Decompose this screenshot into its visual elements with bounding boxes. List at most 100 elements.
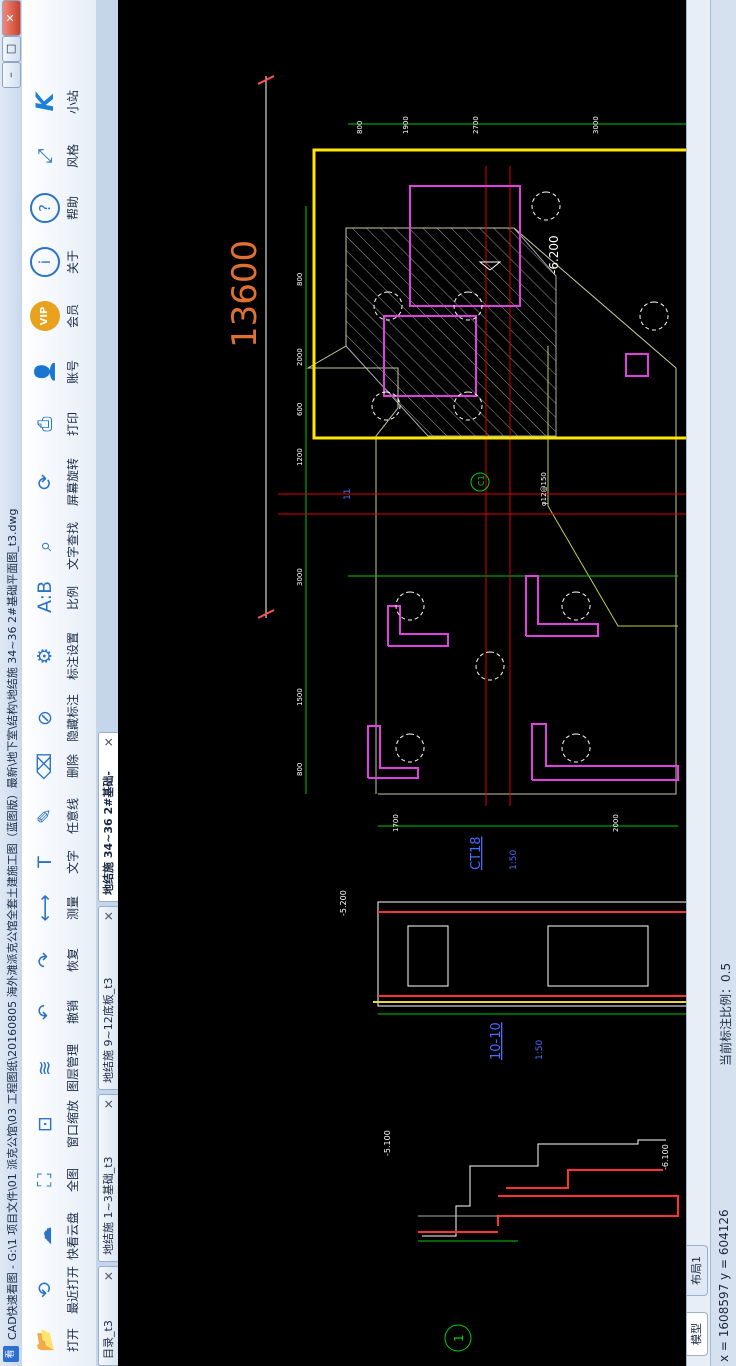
elevation-mark: -6.100	[661, 1144, 670, 1170]
help-button[interactable]: ? 帮助	[26, 184, 92, 232]
tab-layout1[interactable]: 布局1	[687, 1245, 708, 1296]
toolbar-label: 文字查找	[66, 521, 80, 570]
dim-text: 2700	[472, 116, 480, 134]
toolbar-label: 帮助	[66, 196, 80, 221]
redo-icon: ↷	[34, 952, 56, 968]
toolbar-label: 窗口缩放	[66, 1099, 80, 1148]
toolbar-label: 隐藏标注	[66, 693, 80, 742]
toolbar-label: 撤销	[66, 1000, 80, 1025]
section1-scale: 1:50	[535, 1040, 545, 1060]
elevation-mark: -5.100	[383, 1130, 392, 1156]
about-button[interactable]: i 关于	[26, 238, 92, 286]
hatched-area	[345, 227, 557, 437]
toolbar-label: 全图	[66, 1168, 80, 1193]
dim-text: 800	[296, 273, 304, 286]
text-button[interactable]: T 文字	[26, 838, 92, 886]
recent-button[interactable]: ⟲ 最近打开	[26, 1266, 92, 1314]
toolbar-label: 打印	[66, 412, 80, 437]
level-mark: -6.200	[547, 235, 561, 274]
dim-text: 800	[356, 121, 364, 134]
toolbar-label: 比例	[66, 586, 80, 611]
close-icon[interactable]: ✕	[99, 737, 118, 747]
restore-button[interactable]: □	[2, 36, 21, 62]
scale-button[interactable]: A:B 比例	[26, 574, 92, 622]
toolbar-label: 标注设置	[66, 631, 80, 680]
app-icon: 看	[3, 1346, 19, 1362]
clock-icon: ⟲	[34, 1282, 56, 1298]
annotation-scale: 当前标注比例：0.5	[719, 962, 733, 1066]
title-bar: 看 CAD快速看图 - G:\1 项目文件\01 派克公馆\03 工程图纸\20…	[0, 0, 23, 1366]
undo-icon: ↶	[34, 1004, 56, 1020]
dimension-texts: 800 1900 2700 3000 1700 2000 800 2000 60…	[296, 116, 620, 832]
zoomwin-button[interactable]: ⊡ 窗口缩放	[26, 1100, 92, 1148]
text-icon: T	[34, 856, 56, 868]
dim-text: 1500	[296, 688, 304, 706]
toolbar-label: 图层管理	[66, 1043, 80, 1092]
vip-icon: VIP	[30, 301, 60, 331]
tab-label: 地结施 34~36 2#基础-	[102, 771, 115, 895]
tab-slab-9-12[interactable]: 地结施 9~12底板_t3 ✕	[98, 906, 118, 1090]
axis-label: 11	[343, 489, 353, 500]
account-button[interactable]: 👤 账号	[26, 348, 92, 396]
station-button[interactable]: K 小站	[26, 78, 92, 126]
rotate-button[interactable]: ⟳ 屏幕旋转	[26, 458, 92, 506]
toolbar-label: 打开	[66, 1328, 80, 1353]
toolbar-label: 任意线	[66, 798, 80, 835]
logo-icon: K	[31, 92, 59, 112]
eye-slash-icon: ⊘	[34, 710, 56, 726]
dim-text: 600	[296, 403, 304, 416]
vip-button[interactable]: VIP 会员	[26, 292, 92, 340]
print-button[interactable]: ⎙ 打印	[26, 400, 92, 448]
tab-catalog[interactable]: 目录_t3 ✕	[98, 1266, 118, 1366]
markset-button[interactable]: ⚙ 标注设置	[26, 632, 92, 680]
tab-foundation-1-3[interactable]: 地结施 1~3基础_t3 ✕	[98, 1094, 118, 1262]
user-icon: 👤	[34, 360, 56, 384]
dim-text: 800	[296, 763, 304, 776]
toolbar-label: 文字	[66, 850, 80, 875]
close-icon[interactable]: ✕	[99, 911, 118, 921]
dim-text: 1900	[402, 116, 410, 134]
scale-icon: A:B	[34, 580, 56, 613]
fit-icon: ⛶	[34, 1173, 56, 1187]
zoom-window-icon: ⊡	[34, 1116, 56, 1132]
redo-button[interactable]: ↷ 恢复	[26, 936, 92, 984]
section-1	[418, 1139, 679, 1242]
plan-scale: 1:50	[509, 850, 519, 870]
toolbar-label: 会员	[66, 304, 80, 329]
tab-model[interactable]: 模型	[687, 1312, 708, 1356]
full-button[interactable]: ⛶ 全图	[26, 1156, 92, 1204]
drawing-canvas[interactable]: 13600 -6.200 C1 11 12 φ12@150 CT18 1:50 …	[118, 0, 686, 1366]
dim-text: 2000	[296, 348, 304, 366]
cap-label: C1	[477, 475, 486, 486]
layers-button[interactable]: ≋ 图层管理	[26, 1044, 92, 1092]
overall-dimension: 13600	[225, 240, 265, 348]
cloud-button[interactable]: ☁ 快看云盘	[26, 1212, 92, 1260]
find-button[interactable]: ⌕ 文字查找	[26, 522, 92, 570]
ruler-icon: ⟷	[34, 894, 56, 922]
minimize-button[interactable]: –	[2, 62, 21, 88]
status-bar: x = 1608597 y = 604126 当前标注比例：0.5	[710, 0, 736, 1366]
cad-viewer-window: 看 CAD快速看图 - G:\1 项目文件\01 派克公馆\03 工程图纸\20…	[0, 0, 736, 1366]
eraser-icon: ⌫	[34, 752, 56, 780]
plan-title: CT18	[469, 836, 484, 870]
cad-drawing: 13600 -6.200 C1 11 12 φ12@150 CT18 1:50 …	[225, 75, 686, 1352]
style-button[interactable]: ⤢ 风格	[26, 132, 92, 180]
undo-button[interactable]: ↶ 撤销	[26, 988, 92, 1036]
open-button[interactable]: 📂 打开	[26, 1316, 92, 1364]
delete-button[interactable]: ⌫ 删除	[26, 742, 92, 790]
toolbar-label: 快看云盘	[66, 1211, 80, 1260]
rotate-icon: ⟳	[34, 474, 56, 490]
line-button[interactable]: ✎ 任意线	[26, 792, 92, 840]
toolbar-label: 屏幕旋转	[66, 457, 80, 506]
measure-button[interactable]: ⟷ 测量	[26, 884, 92, 932]
toolbar-label: 关于	[66, 250, 80, 275]
toolbar-label: 账号	[66, 360, 80, 385]
pen-icon: ✎	[34, 808, 56, 824]
document-tabs: 目录_t3 ✕ 地结施 1~3基础_t3 ✕ 地结施 9~12底板_t3 ✕ 地…	[96, 0, 119, 1366]
toolbar-label: 恢复	[66, 948, 80, 973]
hide-button[interactable]: ⊘ 隐藏标注	[26, 694, 92, 742]
tab-foundation-34-36[interactable]: 地结施 34~36 2#基础- ✕	[98, 732, 118, 902]
close-icon[interactable]: ✕	[99, 1271, 118, 1281]
close-icon[interactable]: ✕	[99, 1099, 118, 1109]
close-button[interactable]: ✕	[2, 0, 21, 36]
